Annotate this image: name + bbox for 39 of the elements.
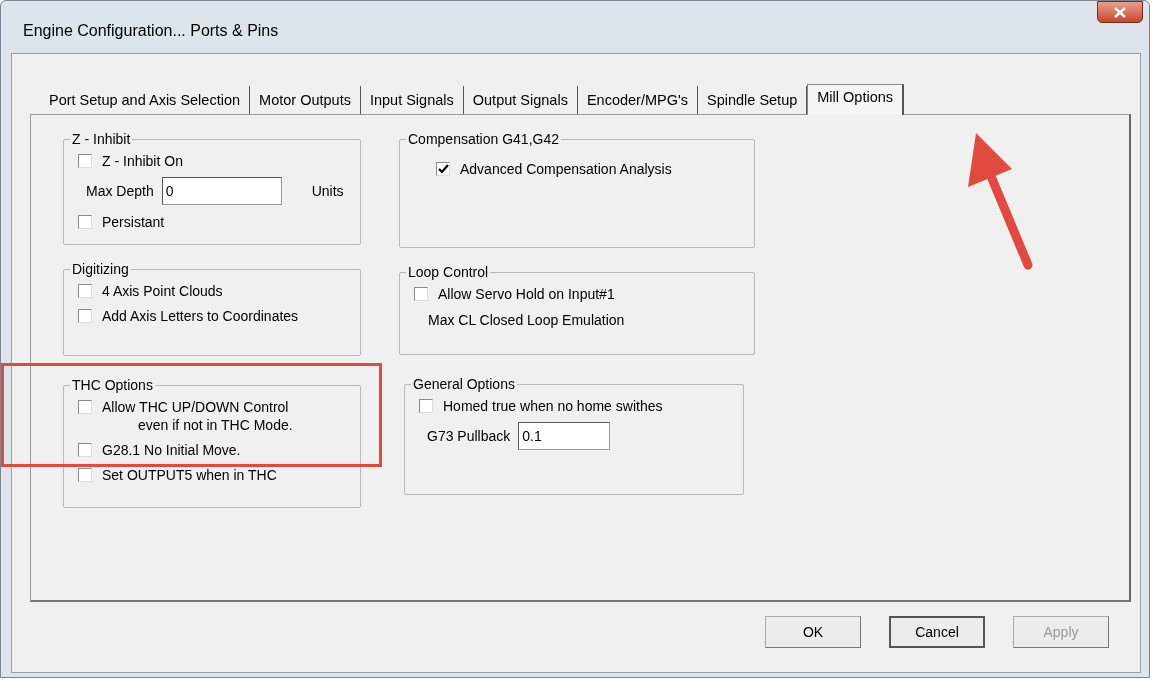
checkbox[interactable] <box>414 287 428 301</box>
checkbox-label: G28.1 No Initial Move. <box>102 441 241 459</box>
checkbox-label: Allow THC UP/DOWN Control <box>102 398 290 416</box>
checkbox-label: Add Axis Letters to Coordinates <box>102 307 299 325</box>
checkbox-label: Advanced Compensation Analysis <box>460 160 672 178</box>
checkbox-label: Set OUTPUT5 when in THC <box>102 466 277 484</box>
group-title: Digitizing <box>71 260 130 278</box>
checkbox-label: Persistant <box>102 213 165 231</box>
group-title: Loop Control <box>407 263 490 281</box>
info-text: Max CL Closed Loop Emulation <box>427 311 626 330</box>
checkbox[interactable] <box>436 162 450 176</box>
close-button[interactable] <box>1097 1 1143 23</box>
field-label: Max Depth <box>86 181 154 201</box>
checkbox-label: 4 Axis Point Clouds <box>102 282 223 300</box>
input-field[interactable]: 0.1 <box>518 422 611 450</box>
group-title: THC Options <box>71 376 154 394</box>
checkbox-label: Allow Servo Hold on Input#1 <box>438 285 615 303</box>
input-field[interactable]: 0 <box>161 177 282 205</box>
checkbox[interactable] <box>78 443 92 457</box>
checkbox[interactable] <box>78 154 92 168</box>
window-title: Engine Configuration... Ports & Pins <box>23 21 279 41</box>
checkbox[interactable] <box>419 399 433 413</box>
dialog-button[interactable]: OK <box>765 616 861 648</box>
group-title: Z - Inhibit <box>71 130 132 148</box>
checkbox[interactable] <box>78 468 92 482</box>
tab[interactable]: Mill Options <box>807 84 905 115</box>
checkbox[interactable] <box>78 309 92 323</box>
checkbox[interactable] <box>78 284 92 298</box>
checkbox-label: Z - Inhibit On <box>102 152 183 170</box>
checkbox-label: even if not in THC Mode. <box>137 416 293 434</box>
field-label: G73 Pullback <box>427 426 511 446</box>
group-title: Compensation G41,G42 <box>407 130 560 148</box>
close-icon <box>1114 6 1126 18</box>
checkbox-label: Homed true when no home swithes <box>443 397 663 415</box>
dialog-button[interactable]: Cancel <box>889 616 985 648</box>
checkbox[interactable] <box>78 400 92 414</box>
unit-label: Units <box>311 181 344 201</box>
checkbox[interactable] <box>78 215 92 229</box>
group-title: General Options <box>412 375 516 393</box>
